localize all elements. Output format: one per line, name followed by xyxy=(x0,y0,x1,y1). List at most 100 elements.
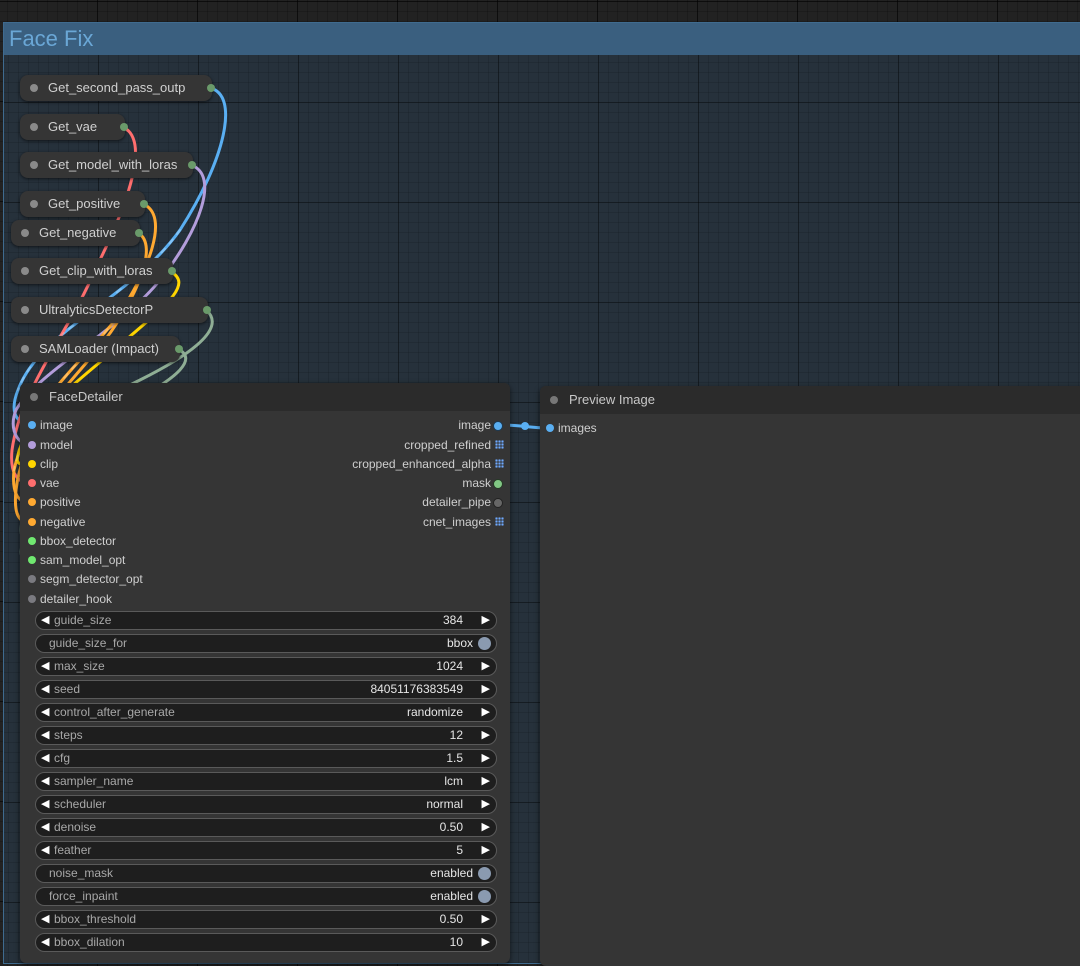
decrement-arrow-icon[interactable]: ◀ xyxy=(41,727,49,744)
toggle-knob-icon[interactable] xyxy=(478,637,491,650)
input-slot[interactable] xyxy=(28,441,36,449)
get-node-model-with-loras[interactable]: Get_model_with_loras xyxy=(20,152,196,178)
input-slot[interactable] xyxy=(28,595,36,603)
list-output-icon[interactable] xyxy=(495,459,504,468)
output-slot[interactable] xyxy=(120,123,128,131)
increment-arrow-icon[interactable]: ▶ xyxy=(482,681,490,698)
node-title-bar[interactable]: FaceDetailer xyxy=(20,383,510,411)
widget-guide-size[interactable]: ◀ guide_size 384 ▶ xyxy=(35,611,497,630)
input-segm-detector-opt[interactable]: segm_detector_opt xyxy=(28,571,143,587)
output-cropped-refined[interactable]: cropped_refined xyxy=(404,437,504,453)
toggle-knob-icon[interactable] xyxy=(478,890,491,903)
input-slot[interactable] xyxy=(28,575,36,583)
input-slot[interactable] xyxy=(28,498,36,506)
widget-force-inpaint[interactable]: force_inpaint enabled xyxy=(35,887,497,906)
output-slot[interactable] xyxy=(188,161,196,169)
input-slot[interactable] xyxy=(546,424,554,432)
group-header[interactable]: Face Fix xyxy=(4,23,1080,55)
collapse-dot[interactable] xyxy=(550,396,558,404)
widget-label: sampler_name xyxy=(54,774,134,788)
increment-arrow-icon[interactable]: ▶ xyxy=(482,819,490,836)
input-detailer-hook[interactable]: detailer_hook xyxy=(28,591,112,607)
decrement-arrow-icon[interactable]: ◀ xyxy=(41,796,49,813)
input-vae[interactable]: vae xyxy=(28,475,59,491)
input-slot[interactable] xyxy=(28,518,36,526)
input-bbox-detector[interactable]: bbox_detector xyxy=(28,533,116,549)
input-images[interactable]: images xyxy=(546,420,597,436)
input-clip[interactable]: clip xyxy=(28,456,58,472)
node-title-bar[interactable]: Preview Image xyxy=(540,386,1080,414)
input-positive[interactable]: positive xyxy=(28,494,81,510)
decrement-arrow-icon[interactable]: ◀ xyxy=(41,819,49,836)
widget-bbox-dilation[interactable]: ◀ bbox_dilation 10 ▶ xyxy=(35,933,497,952)
get-node-second-pass[interactable]: Get_second_pass_outp xyxy=(20,75,215,101)
collapse-dot[interactable] xyxy=(30,393,38,401)
input-slot[interactable] xyxy=(28,479,36,487)
increment-arrow-icon[interactable]: ▶ xyxy=(482,773,490,790)
input-negative[interactable]: negative xyxy=(28,514,85,530)
output-mask[interactable]: mask xyxy=(462,475,503,491)
widget-cfg[interactable]: ◀ cfg 1.5 ▶ xyxy=(35,749,497,768)
get-node-vae[interactable]: Get_vae xyxy=(20,114,128,140)
output-slot[interactable] xyxy=(493,421,503,431)
widget-steps[interactable]: ◀ steps 12 ▶ xyxy=(35,726,497,745)
input-model[interactable]: model xyxy=(28,437,73,453)
input-sam-model-opt[interactable]: sam_model_opt xyxy=(28,552,125,568)
output-slot[interactable] xyxy=(135,229,143,237)
toggle-knob-icon[interactable] xyxy=(478,867,491,880)
increment-arrow-icon[interactable]: ▶ xyxy=(482,658,490,675)
get-node-clip-with-loras[interactable]: Get_clip_with_loras xyxy=(11,258,176,284)
input-slot[interactable] xyxy=(28,460,36,468)
decrement-arrow-icon[interactable]: ◀ xyxy=(41,612,49,629)
decrement-arrow-icon[interactable]: ◀ xyxy=(41,750,49,767)
face-detailer-node[interactable]: FaceDetailer image model clip vae positi… xyxy=(20,383,510,963)
increment-arrow-icon[interactable]: ▶ xyxy=(482,612,490,629)
widget-denoise[interactable]: ◀ denoise 0.50 ▶ xyxy=(35,818,497,837)
increment-arrow-icon[interactable]: ▶ xyxy=(482,911,490,928)
decrement-arrow-icon[interactable]: ◀ xyxy=(41,911,49,928)
decrement-arrow-icon[interactable]: ◀ xyxy=(41,704,49,721)
get-node-positive[interactable]: Get_positive xyxy=(20,191,148,217)
increment-arrow-icon[interactable]: ▶ xyxy=(482,704,490,721)
input-slot[interactable] xyxy=(28,537,36,545)
decrement-arrow-icon[interactable]: ◀ xyxy=(41,773,49,790)
list-output-icon[interactable] xyxy=(495,517,504,526)
widget-guide-size-for[interactable]: guide_size_for bbox xyxy=(35,634,497,653)
output-slot[interactable] xyxy=(493,498,503,508)
decrement-arrow-icon[interactable]: ◀ xyxy=(41,658,49,675)
decrement-arrow-icon[interactable]: ◀ xyxy=(41,842,49,859)
output-image[interactable]: image xyxy=(458,417,503,433)
get-node-samloader[interactable]: SAMLoader (Impact) xyxy=(11,336,183,362)
output-cropped-enhanced-alpha[interactable]: cropped_enhanced_alpha xyxy=(352,456,504,472)
output-detailer-pipe[interactable]: detailer_pipe xyxy=(422,494,503,510)
widget-noise-mask[interactable]: noise_mask enabled xyxy=(35,864,497,883)
widget-scheduler[interactable]: ◀ scheduler normal ▶ xyxy=(35,795,497,814)
decrement-arrow-icon[interactable]: ◀ xyxy=(41,934,49,951)
widget-sampler-name[interactable]: ◀ sampler_name lcm ▶ xyxy=(35,772,497,791)
widget-seed[interactable]: ◀ seed 84051176383549 ▶ xyxy=(35,680,497,699)
increment-arrow-icon[interactable]: ▶ xyxy=(482,750,490,767)
output-slot[interactable] xyxy=(493,479,503,489)
increment-arrow-icon[interactable]: ▶ xyxy=(482,796,490,813)
output-slot[interactable] xyxy=(175,345,183,353)
get-node-negative[interactable]: Get_negative xyxy=(11,220,143,246)
preview-image-node[interactable]: Preview Image images xyxy=(540,386,1080,966)
input-slot[interactable] xyxy=(28,556,36,564)
list-output-icon[interactable] xyxy=(495,440,504,449)
output-slot[interactable] xyxy=(207,84,215,92)
output-cnet-images[interactable]: cnet_images xyxy=(423,514,504,530)
increment-arrow-icon[interactable]: ▶ xyxy=(482,842,490,859)
widget-max-size[interactable]: ◀ max_size 1024 ▶ xyxy=(35,657,497,676)
widget-feather[interactable]: ◀ feather 5 ▶ xyxy=(35,841,497,860)
output-slot[interactable] xyxy=(140,200,148,208)
widget-control-after-generate[interactable]: ◀ control_after_generate randomize ▶ xyxy=(35,703,497,722)
decrement-arrow-icon[interactable]: ◀ xyxy=(41,681,49,698)
widget-bbox-threshold[interactable]: ◀ bbox_threshold 0.50 ▶ xyxy=(35,910,497,929)
get-node-ultralytics-detector[interactable]: UltralyticsDetectorP xyxy=(11,297,211,323)
output-slot[interactable] xyxy=(168,267,176,275)
increment-arrow-icon[interactable]: ▶ xyxy=(482,934,490,951)
input-image[interactable]: image xyxy=(28,417,73,433)
output-slot[interactable] xyxy=(203,306,211,314)
input-slot[interactable] xyxy=(28,421,36,429)
increment-arrow-icon[interactable]: ▶ xyxy=(482,727,490,744)
